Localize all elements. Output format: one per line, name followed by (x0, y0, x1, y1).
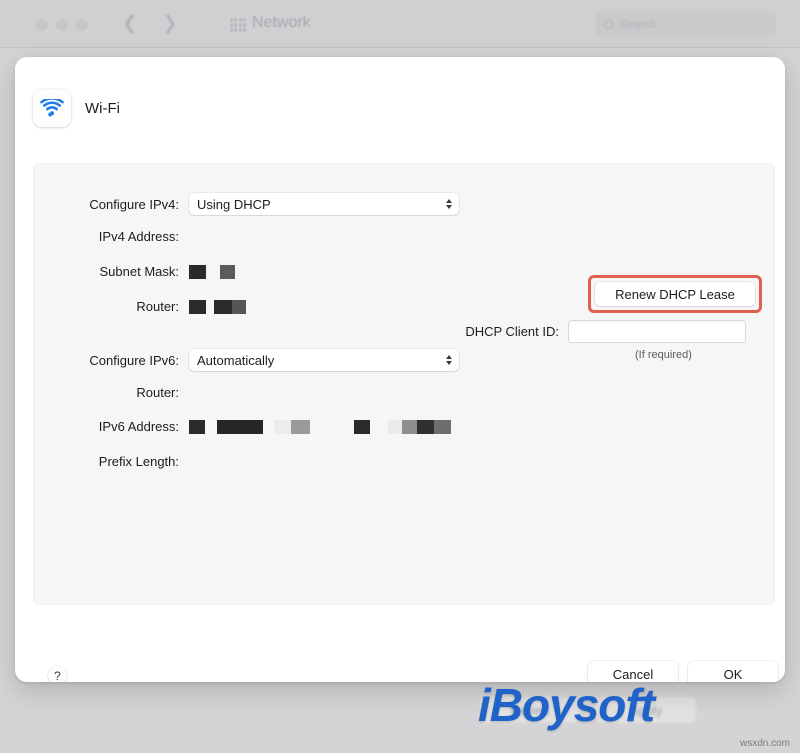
subnet-mask-row: Subnet Mask: (33, 264, 235, 279)
redaction-block (220, 264, 235, 279)
dhcp-client-id-row: DHCP Client ID: (269, 321, 745, 342)
ok-button[interactable]: OK (688, 661, 778, 682)
configure-ipv4-label: Configure IPv4: (89, 196, 179, 212)
redaction-block (189, 299, 206, 314)
navigation-controls: ❮ ❯ (122, 13, 178, 35)
subnet-mask-label: Subnet Mask: (99, 264, 180, 279)
ipv4-router-label: Router: (136, 299, 179, 314)
redaction-block (370, 419, 388, 434)
chevron-updown-icon (446, 199, 452, 209)
redaction-block (214, 299, 232, 314)
redaction-block (434, 419, 451, 434)
ipv4-address-label: IPv4 Address: (98, 229, 179, 244)
configure-ipv6-row: Configure IPv6: Automatically (33, 349, 459, 371)
ipv4-router-row: Router: (33, 299, 246, 314)
configure-ipv4-value: Using DHCP (197, 196, 271, 212)
redaction-block (388, 419, 402, 434)
minimize-button[interactable] (56, 19, 68, 31)
watermark-prefix: iBoy (478, 679, 575, 731)
configure-ipv6-value: Automatically (197, 352, 275, 368)
redaction-block (274, 419, 291, 434)
close-button[interactable] (36, 19, 48, 31)
watermark-suffix: soft (573, 679, 655, 731)
zoom-button[interactable] (76, 19, 88, 31)
ipv6-router-label: Router: (136, 385, 179, 400)
redaction-block (291, 419, 310, 434)
redaction-block (206, 299, 214, 314)
redaction-block (310, 419, 354, 434)
prefix-length-row: Prefix Length: (33, 454, 189, 469)
tcpip-settings-sheet: Wi-Fi Wi-Fi TCP/IP DNS WINS 802.1X Proxi… (15, 57, 785, 682)
redaction-block (217, 419, 263, 434)
redaction-block (354, 419, 370, 434)
chevron-right-icon[interactable]: ❯ (162, 13, 178, 35)
redaction-block (189, 264, 206, 279)
subnet-mask-value-redacted (189, 264, 235, 279)
renew-dhcp-lease-button[interactable]: Renew DHCP Lease (595, 282, 755, 306)
sheet-header: Wi-Fi (33, 89, 120, 127)
search-placeholder: Search (619, 17, 658, 31)
dhcp-client-id-input[interactable] (569, 321, 745, 342)
page-title: Network (252, 14, 311, 31)
dhcp-client-id-label: DHCP Client ID: (465, 324, 559, 339)
redaction-block (189, 419, 205, 434)
ipv4-router-value-redacted (189, 299, 246, 314)
prefix-length-label: Prefix Length: (98, 454, 179, 469)
grid-view-icon[interactable] (230, 18, 246, 32)
configure-ipv6-label: Configure IPv6: (89, 352, 179, 368)
configure-ipv4-row: Configure IPv4: Using DHCP (33, 193, 459, 215)
redaction-block (206, 264, 220, 279)
tcpip-content-panel: Configure IPv4: Using DHCP IPv4 Address:… (33, 163, 775, 605)
redaction-block (205, 419, 217, 434)
redaction-block (402, 419, 417, 434)
dhcp-client-id-hint: (If required) (635, 349, 692, 361)
chevron-updown-icon (446, 355, 452, 365)
redaction-block (417, 419, 434, 434)
window-traffic-lights (36, 19, 88, 31)
search-icon (604, 19, 613, 29)
redaction-block (263, 419, 274, 434)
ipv6-address-row: IPv6 Address: (33, 419, 451, 434)
configure-ipv4-select[interactable]: Using DHCP (189, 193, 459, 215)
site-tag: wsxdn.com (739, 738, 790, 749)
redaction-block (232, 299, 246, 314)
help-button[interactable]: ? (48, 666, 67, 682)
wifi-icon (33, 89, 71, 127)
service-name: Wi-Fi (85, 99, 120, 117)
watermark-logo: iBoysoft (478, 678, 655, 732)
configure-ipv6-select[interactable]: Automatically (189, 349, 459, 371)
ipv6-router-row: Router: (33, 385, 189, 400)
ipv4-address-row: IPv4 Address: (33, 229, 189, 244)
ipv6-address-value-redacted (189, 419, 451, 434)
toolbar-divider (0, 47, 800, 48)
ipv6-address-label: IPv6 Address: (98, 419, 179, 434)
chevron-left-icon[interactable]: ❮ (122, 13, 138, 35)
search-field[interactable]: Search (596, 12, 776, 36)
